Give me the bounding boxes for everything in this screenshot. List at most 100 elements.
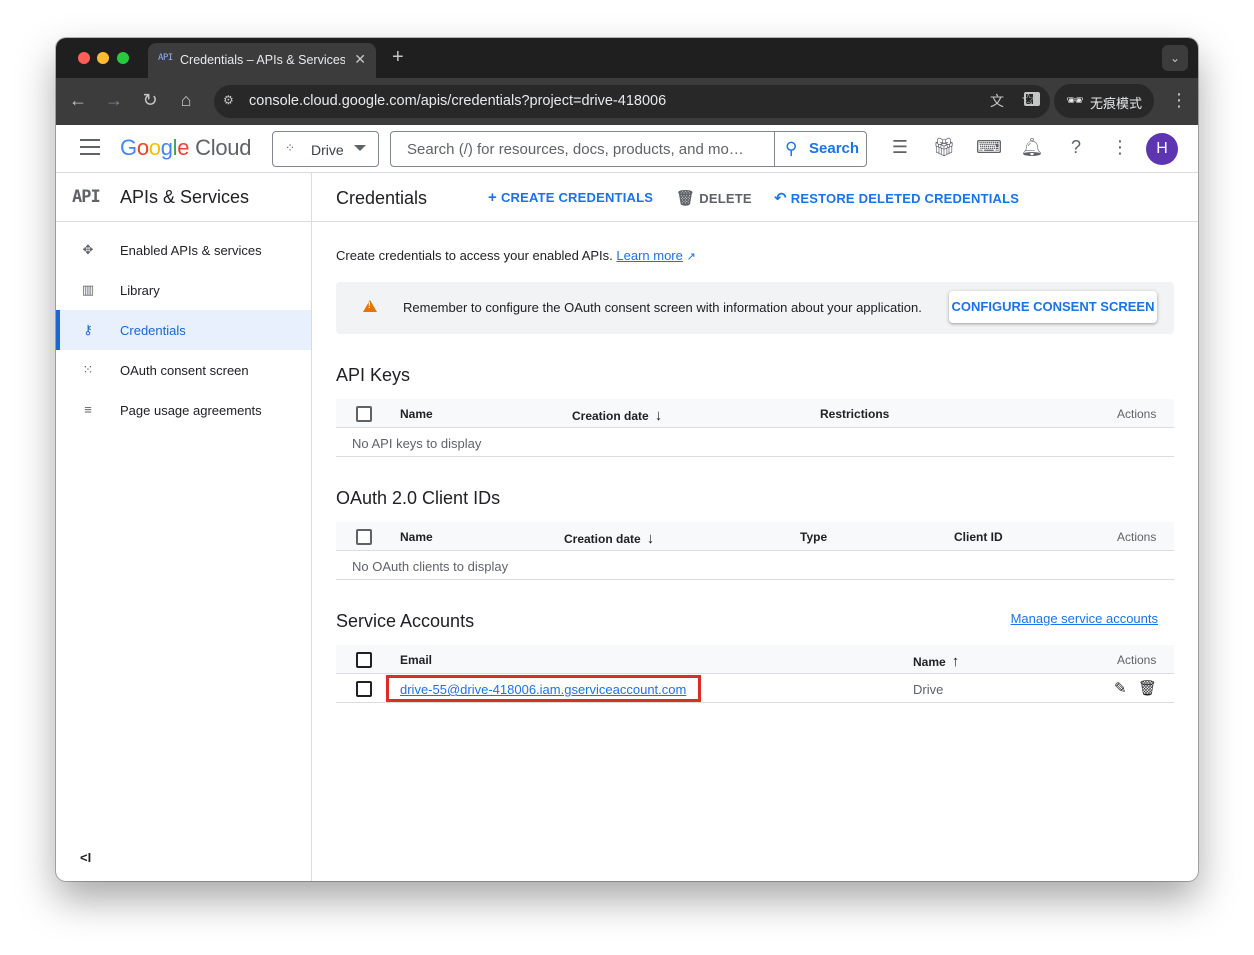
sidebar-item-credentials[interactable]: ⚷ Credentials xyxy=(56,310,311,350)
tab-title: Credentials – APIs & Services xyxy=(180,53,345,67)
new-tab-button[interactable]: + xyxy=(392,46,404,69)
column-client-id[interactable]: Client ID xyxy=(954,530,1003,544)
help-icon[interactable]: ? xyxy=(1064,137,1088,158)
home-icon[interactable]: ⌂ xyxy=(174,90,198,111)
api-badge-icon: API xyxy=(72,187,101,207)
more-options-icon[interactable]: ⋮ xyxy=(1108,137,1132,158)
search-input[interactable] xyxy=(391,132,774,166)
sidebar-item-enabled-apis[interactable]: ✥ Enabled APIs & services xyxy=(56,230,311,270)
edit-pencil-icon[interactable]: ✎ xyxy=(1114,679,1127,697)
delete-button[interactable]: 🗑︎ DELETE xyxy=(676,189,752,207)
empty-row: No API keys to display xyxy=(336,428,1174,457)
reload-icon[interactable]: ↻ xyxy=(138,90,162,111)
incognito-icon: 🕶 xyxy=(1066,92,1084,108)
cloud-shell-icon[interactable]: ⌨ xyxy=(976,137,1002,158)
delete-trash-icon[interactable]: 🗑︎ xyxy=(1138,679,1157,697)
sort-down-arrow-icon: ↓ xyxy=(646,530,655,547)
column-restrictions[interactable]: Restrictions xyxy=(820,407,889,421)
external-link-icon: ↗ xyxy=(686,251,696,263)
table-row: drive-55@drive-418006.iam.gserviceaccoun… xyxy=(336,674,1174,703)
undo-icon: ↶ xyxy=(774,190,787,207)
page-header: Credentials + CREATE CREDENTIALS 🗑︎ DELETE… xyxy=(312,173,1198,222)
feedback-icon[interactable]: ☰ xyxy=(888,137,912,158)
api-keys-table: Name Creation date ↓ Restrictions Actions… xyxy=(336,399,1174,457)
site-info-icon[interactable]: ⚙ xyxy=(223,93,239,109)
incognito-label: 无痕模式 xyxy=(1090,96,1143,111)
browser-tab[interactable]: API Credentials – APIs & Services ✕ xyxy=(148,43,376,78)
column-name[interactable]: Name xyxy=(400,530,433,544)
select-all-checkbox[interactable] xyxy=(356,529,372,545)
tab-strip: API Credentials – APIs & Services ✕ + ⌄ xyxy=(56,38,1198,78)
intro-text: Create credentials to access your enable… xyxy=(336,248,696,263)
browser-window: API Credentials – APIs & Services ✕ + ⌄ … xyxy=(56,38,1198,881)
browser-toolbar: ← → ↻ ⌂ ⚙ console.cloud.google.com/apis/… xyxy=(56,78,1198,125)
column-email[interactable]: Email xyxy=(400,653,432,667)
select-all-checkbox[interactable] xyxy=(356,406,372,422)
service-accounts-table: Email Name ↑ Actions drive-55@drive-41800… xyxy=(336,645,1174,703)
browser-menu-icon[interactable]: ⋮ xyxy=(1170,90,1188,111)
sort-down-arrow-icon: ↓ xyxy=(654,407,663,424)
avatar[interactable]: H xyxy=(1146,133,1178,165)
column-actions: Actions xyxy=(1117,530,1157,544)
plus-icon: + xyxy=(488,189,497,206)
column-actions: Actions xyxy=(1117,653,1157,667)
column-type[interactable]: Type xyxy=(800,530,827,544)
column-name[interactable]: Name xyxy=(400,407,433,421)
settings-list-icon: ≡ xyxy=(84,402,92,417)
maximize-window-button[interactable] xyxy=(117,52,129,64)
close-window-button[interactable] xyxy=(78,52,90,64)
configure-consent-screen-button[interactable]: CONFIGURE CONSENT SCREEN xyxy=(949,291,1157,323)
translate-icon[interactable]: 文 xyxy=(990,91,1004,111)
column-name[interactable]: Name ↑ xyxy=(913,653,959,670)
service-account-email-link[interactable]: drive-55@drive-418006.iam.gserviceaccoun… xyxy=(400,682,686,697)
oauth-title: OAuth 2.0 Client IDs xyxy=(336,488,501,508)
google-cloud-logo[interactable]: Google Cloud xyxy=(120,135,251,161)
key-icon: ⚷ xyxy=(83,322,93,337)
learn-more-link[interactable]: Learn more xyxy=(616,248,682,263)
sidebar-item-library[interactable]: ▥ Library xyxy=(56,270,311,310)
sidebar-title: APIs & Services xyxy=(120,187,250,207)
trash-icon: 🗑︎ xyxy=(676,190,696,207)
main-menu-icon[interactable] xyxy=(80,139,100,160)
column-actions: Actions xyxy=(1117,407,1157,421)
chevron-down-icon xyxy=(354,145,366,151)
column-creation-date[interactable]: Creation date ↓ xyxy=(564,530,654,547)
project-selector[interactable]: ⁘ Drive xyxy=(272,131,379,167)
url-text[interactable]: console.cloud.google.com/apis/credential… xyxy=(249,93,666,109)
incognito-badge[interactable]: 🕶 无痕模式 xyxy=(1054,84,1154,118)
minimize-window-button[interactable] xyxy=(97,52,109,64)
create-credentials-button[interactable]: + CREATE CREDENTIALS xyxy=(488,189,653,206)
address-bar[interactable]: ⚙ console.cloud.google.com/apis/credenti… xyxy=(214,85,1050,118)
restore-deleted-credentials-button[interactable]: ↶ RESTORE DELETED CREDENTIALS xyxy=(774,189,1019,207)
gift-icon[interactable]: 🎁︎ xyxy=(932,137,956,158)
collapse-sidebar-icon[interactable]: <I xyxy=(80,850,91,865)
manage-service-accounts-link[interactable]: Manage service accounts xyxy=(1011,611,1158,626)
column-creation-date[interactable]: Creation date ↓ xyxy=(572,407,662,424)
back-icon[interactable]: ← xyxy=(66,90,90,111)
project-name: Drive xyxy=(311,142,344,158)
console-header: GoogleCloud ⁘ Drive ⚲ Search ☰ 🎁︎ ⌨ 🔔︎ ?… xyxy=(56,125,1198,173)
sidebar-item-oauth-consent[interactable]: ⁙ OAuth consent screen xyxy=(56,350,311,390)
search-icon: ⚲ xyxy=(785,139,798,158)
side-panel-icon[interactable] xyxy=(1024,92,1040,106)
search-box: ⚲ Search xyxy=(390,131,867,167)
api-keys-title: API Keys xyxy=(336,365,411,385)
notifications-bell-icon[interactable]: 🔔︎ xyxy=(1020,137,1044,158)
empty-row: No OAuth clients to display xyxy=(336,551,1174,580)
library-icon: ▥ xyxy=(81,282,95,297)
banner-text: Remember to configure the OAuth consent … xyxy=(403,300,922,315)
oauth-table: Name Creation date ↓ Type Client ID Actio… xyxy=(336,522,1174,580)
tab-close-icon[interactable]: ✕ xyxy=(354,51,366,68)
table-header: Email Name ↑ Actions xyxy=(336,645,1174,674)
row-checkbox[interactable] xyxy=(356,681,372,697)
dots-grid-icon: ⁙ xyxy=(82,362,94,377)
consent-warning-banner: Remember to configure the OAuth consent … xyxy=(336,282,1174,334)
sidebar-item-page-usage[interactable]: ≡ Page usage agreements xyxy=(56,390,311,430)
tab-search-button[interactable]: ⌄ xyxy=(1162,45,1188,71)
select-all-checkbox[interactable] xyxy=(356,652,372,668)
service-accounts-link-row: Manage service accounts xyxy=(336,607,1174,631)
page-title: Credentials xyxy=(336,188,428,208)
forward-icon[interactable]: → xyxy=(102,90,126,111)
search-button[interactable]: ⚲ Search xyxy=(774,132,866,166)
service-account-name: Drive xyxy=(913,682,944,697)
